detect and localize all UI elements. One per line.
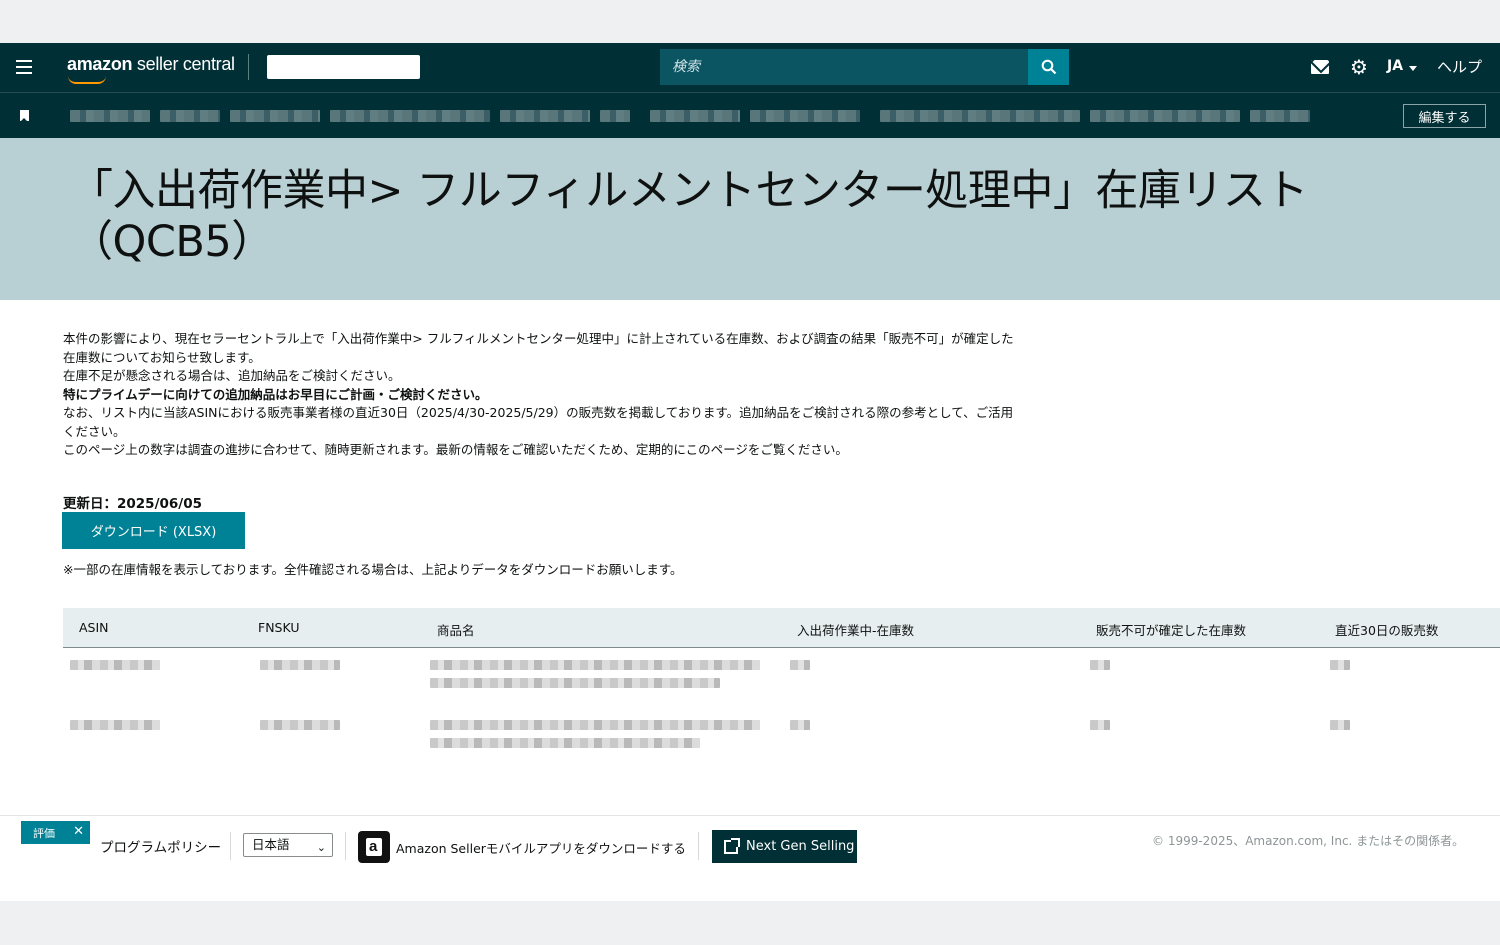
inventory-table: ASIN FNSKU 商品名 入出荷作業中-在庫数 販売不可が確定した在庫数 直… — [63, 608, 1500, 768]
bookmark-link[interactable] — [160, 110, 220, 122]
bookmark-link[interactable] — [880, 110, 1080, 122]
bookmark-link[interactable] — [500, 110, 590, 122]
bookmark-link[interactable] — [230, 110, 320, 122]
amazon-app-icon[interactable] — [358, 831, 390, 863]
mail-icon[interactable] — [1311, 60, 1329, 74]
bookmark-icon — [20, 110, 29, 122]
main-content: 本件の影響により、現在セラーセントラル上で「入出荷作業中> フルフィルメントセン… — [0, 300, 1500, 815]
gear-icon[interactable]: ⚙ — [1349, 57, 1369, 77]
notice-paragraph: このページ上の数字は調査の進捗に合わせて、随時更新されます。最新の情報をご確認い… — [63, 442, 848, 457]
bookmark-link[interactable] — [330, 110, 490, 122]
bookmark-link[interactable] — [600, 110, 630, 122]
notice-paragraph: 本件の影響により、現在セラーセントラル上で「入出荷作業中> フルフィルメントセン… — [63, 331, 1014, 365]
column-header-unsellable-qty: 販売不可が確定した在庫数 — [1096, 623, 1247, 638]
close-icon[interactable]: ✕ — [73, 824, 84, 839]
page-title-banner: 「入出荷作業中> フルフィルメントセンター処理中」在庫リスト（QCB5） — [0, 138, 1500, 300]
search-button[interactable] — [1028, 49, 1069, 85]
mobile-app-download-link[interactable]: Amazon Sellerモバイルアプリをダウンロードする — [396, 838, 686, 857]
search-input[interactable] — [660, 49, 1029, 85]
redacted-inbound-qty — [790, 720, 810, 730]
footer-divider — [698, 832, 699, 860]
footer-divider — [230, 832, 231, 860]
external-link-icon — [724, 837, 740, 854]
redacted-product-name — [430, 660, 760, 670]
redacted-fnsku — [260, 720, 340, 730]
chevron-down-icon: ⌄ — [316, 841, 326, 854]
notice-text: 本件の影響により、現在セラーセントラル上で「入出荷作業中> フルフィルメントセン… — [63, 330, 1023, 460]
table-header: ASIN FNSKU 商品名 入出荷作業中-在庫数 販売不可が確定した在庫数 直… — [63, 608, 1500, 648]
column-header-fnsku: FNSKU — [258, 620, 300, 635]
redacted-product-name — [430, 738, 700, 748]
notice-emphasis: 特にプライムデーに向けての追加納品はお早目にご計画・ご検討ください。 — [63, 386, 488, 402]
redacted-sales-qty — [1330, 720, 1350, 730]
notice-paragraph: 在庫不足が懸念される場合は、追加納品をご検討ください。 — [63, 368, 401, 383]
bookmark-link[interactable] — [1090, 110, 1240, 122]
download-xlsx-button[interactable]: ダウンロード (XLSX) — [62, 512, 245, 549]
redacted-asin — [70, 720, 160, 730]
table-row — [63, 648, 1500, 708]
copyright-text: © 1999-2025、Amazon.com, Inc. またはその関係者。 — [1152, 834, 1465, 848]
logo-divider — [248, 54, 249, 80]
next-gen-selling-button[interactable]: Next Gen Selling — [712, 830, 857, 863]
redacted-sales-qty — [1330, 660, 1350, 670]
edit-bookmarks-button[interactable]: 編集する — [1403, 104, 1486, 128]
updated-date: 更新日：2025/06/05 — [63, 496, 203, 512]
column-header-inbound-qty: 入出荷作業中-在庫数 — [797, 623, 915, 638]
table-row — [63, 708, 1500, 768]
redacted-unsellable-qty — [1090, 720, 1110, 730]
language-select-value: 日本語 — [252, 837, 290, 852]
bookmark-bar: 編集する — [0, 92, 1500, 138]
notice-paragraph: なお、リスト内に当該ASINにおける販売事業者様の直近30日（2025/4/30… — [63, 405, 1014, 439]
bookmark-link[interactable] — [750, 110, 860, 122]
feedback-badge[interactable]: 評価 ✕ — [21, 821, 90, 844]
bookmark-link[interactable] — [70, 110, 150, 122]
column-header-product-name: 商品名 — [437, 623, 475, 638]
redacted-fnsku — [260, 660, 340, 670]
page-title: 「入出荷作業中> フルフィルメントセンター処理中」在庫リスト（QCB5） — [70, 166, 1308, 267]
redacted-product-name — [430, 720, 760, 730]
search-icon — [1041, 59, 1056, 75]
bookmark-link[interactable] — [650, 110, 740, 122]
column-header-asin: ASIN — [79, 620, 109, 635]
chevron-down-icon — [1409, 66, 1417, 71]
redacted-unsellable-qty — [1090, 660, 1110, 670]
program-policy-link[interactable]: プログラムポリシー — [100, 836, 221, 856]
footer-divider — [345, 832, 346, 860]
redacted-product-name — [430, 678, 720, 688]
next-gen-selling-label: Next Gen Selling — [746, 839, 855, 854]
page-footer: 評価 ✕ プログラムポリシー 日本語 ⌄ Amazon Sellerモバイルアプ… — [0, 815, 1500, 901]
redacted-inbound-qty — [790, 660, 810, 670]
help-link[interactable]: ヘルプ — [1437, 56, 1482, 77]
partial-data-note: ※一部の在庫情報を表示しております。全件確認される場合は、上記よりデータをダウン… — [63, 562, 683, 577]
top-nav-bar: amazon seller central ⚙ JA ヘルプ — [0, 43, 1500, 92]
column-header-30day-sales: 直近30日の販売数 — [1335, 623, 1439, 638]
language-select[interactable]: 日本語 ⌄ — [243, 833, 333, 857]
feedback-label: 評価 — [33, 826, 55, 840]
seller-central-logo[interactable]: amazon seller central — [67, 54, 235, 84]
language-selector[interactable]: JA — [1387, 58, 1403, 74]
redacted-asin — [70, 660, 160, 670]
hamburger-menu-icon[interactable] — [16, 60, 32, 74]
store-selector[interactable] — [267, 55, 420, 79]
bookmark-link[interactable] — [1250, 110, 1310, 122]
